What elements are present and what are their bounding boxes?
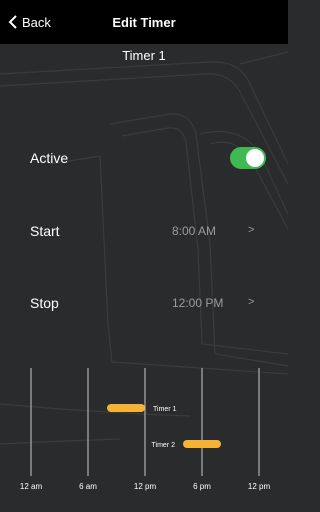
timer-name: Timer 1	[122, 48, 166, 63]
chart-bar-label: Timer 1	[153, 406, 177, 413]
chart-tick-label: 12 pm	[134, 482, 157, 491]
chart-bar-label: Timer 2	[152, 442, 176, 449]
active-label: Active	[30, 150, 69, 166]
back-button[interactable]: Back	[8, 12, 51, 32]
chevron-right-icon: >	[248, 296, 255, 308]
start-value: 8:00 AM	[172, 224, 217, 238]
chevron-right-icon: >	[248, 224, 255, 236]
page-title: Edit Timer	[112, 14, 176, 30]
header-bar: Back Edit Timer	[0, 0, 288, 44]
chart-tick-label: 6 pm	[193, 482, 211, 491]
stop-label: Stop	[30, 295, 59, 311]
active-toggle[interactable]	[230, 147, 266, 169]
chart-bar	[107, 404, 145, 412]
stop-value: 12:00 PM	[172, 296, 224, 310]
chart-tick-label: 6 am	[79, 482, 97, 491]
start-label: Start	[30, 223, 60, 239]
toggle-knob	[246, 149, 264, 167]
chart-tick-label: 12 pm	[248, 482, 271, 491]
timer-schedule-chart: 12 am 6 am 12 pm 6 pm 12 pm Timer 1 Timer 2	[20, 368, 271, 491]
chart-tick-label: 12 am	[20, 482, 43, 491]
chevron-left-icon	[8, 15, 17, 29]
chart-bar	[183, 440, 221, 448]
back-label: Back	[22, 14, 51, 30]
